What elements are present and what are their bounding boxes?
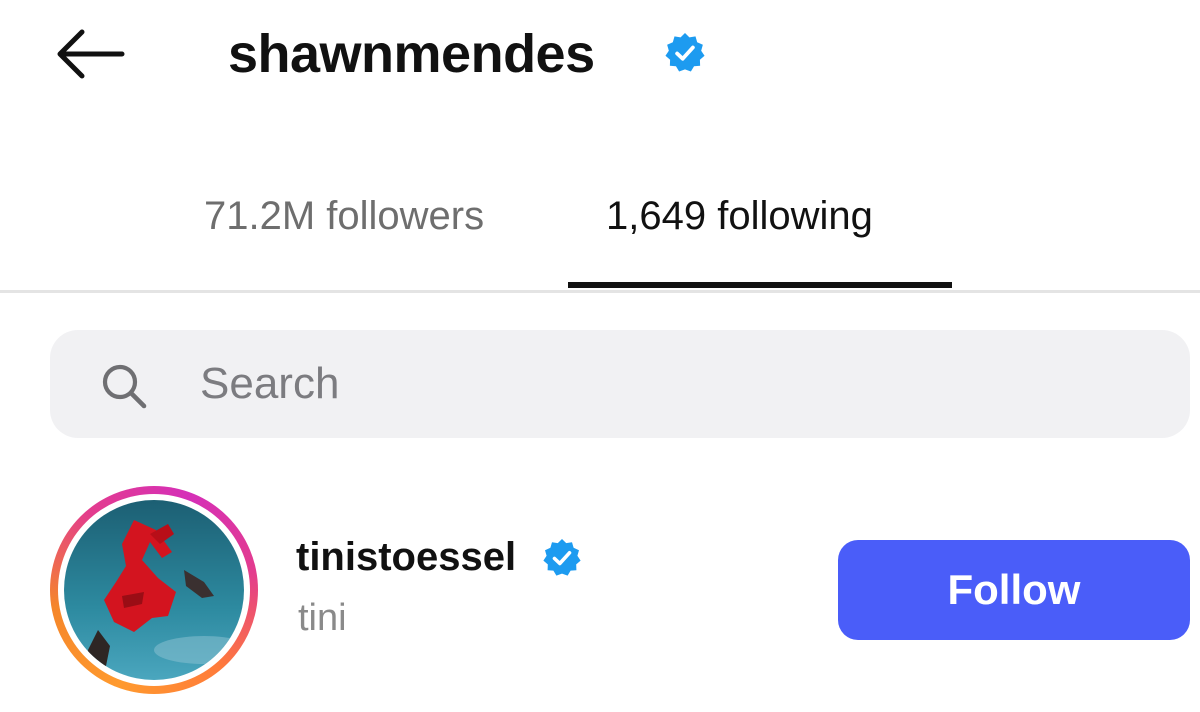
- tab-followers[interactable]: 71.2M followers: [204, 190, 484, 242]
- verified-badge-icon: [664, 32, 706, 74]
- list-item[interactable]: tinistoesse​l tini Follow: [0, 480, 1200, 700]
- story-ring[interactable]: [50, 486, 258, 694]
- follow-button[interactable]: Follow: [838, 540, 1190, 640]
- back-button[interactable]: [50, 24, 130, 84]
- username[interactable]: tinistoesse​l: [296, 532, 516, 582]
- search-bar[interactable]: [50, 330, 1190, 438]
- full-name: tini: [298, 597, 347, 639]
- header: shawnmendes: [0, 0, 1200, 110]
- active-tab-indicator: [568, 282, 952, 288]
- avatar: [64, 500, 244, 680]
- search-input[interactable]: [200, 350, 1100, 418]
- search-icon: [98, 360, 150, 412]
- tab-following[interactable]: 1,649 following: [606, 190, 873, 242]
- page-title: shawnmendes: [228, 24, 595, 84]
- verified-badge-icon: [542, 538, 582, 578]
- arrow-left-icon: [57, 29, 125, 79]
- following-screen: shawnmendes 71.2M followers 1,649 follow…: [0, 0, 1200, 712]
- tabs-divider: [0, 290, 1200, 293]
- follow-tabs: 71.2M followers 1,649 following: [0, 170, 1200, 294]
